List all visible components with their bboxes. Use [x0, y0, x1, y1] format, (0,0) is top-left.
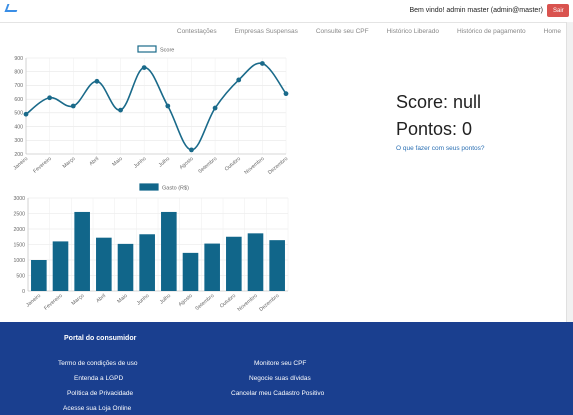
x-tick-label: Agosto	[179, 156, 195, 171]
bar-abril	[96, 237, 112, 291]
x-tick-label: Janeiro	[12, 156, 29, 172]
y-tick-label: 1500	[13, 242, 25, 248]
footer-link-store[interactable]: Acesse sua Loja Online	[63, 405, 131, 412]
point-maio	[118, 107, 123, 113]
main-nav: Contestações Empresas Suspensas Consulte…	[159, 28, 561, 35]
bar-agosto	[182, 252, 199, 291]
score-series-line	[25, 62, 287, 151]
bar-novembro	[247, 233, 264, 291]
x-tick-label: Outubro	[219, 293, 237, 310]
y-tick-label: 3000	[13, 196, 25, 202]
y-tick-label: 800	[14, 70, 23, 76]
legend-swatch	[139, 183, 159, 191]
x-tick-label: Fevereiro	[43, 293, 64, 312]
x-tick-label: Junho	[136, 293, 151, 307]
x-tick-label: Novembro	[237, 293, 259, 313]
bar-julho	[161, 211, 177, 291]
x-tick-label: Abril	[88, 156, 100, 167]
y-tick-label: 900	[14, 56, 23, 62]
x-tick-label: Setembro	[197, 156, 218, 175]
point-janeiro	[23, 111, 29, 117]
nav-item-home[interactable]: Home	[544, 28, 561, 35]
bar-outubro	[226, 236, 242, 291]
point-fevereiro	[47, 95, 53, 101]
x-tick-label: Março	[62, 156, 77, 170]
footer-link-negotiate-debts[interactable]: Negocie suas dívidas	[249, 375, 311, 382]
x-tick-label: Março	[71, 293, 86, 307]
point-novembro	[259, 61, 265, 66]
y-tick-label: 500	[14, 111, 23, 117]
footer-link-privacy[interactable]: Política de Privacidade	[67, 390, 133, 397]
legend-label: Score	[160, 48, 174, 54]
top-bar: Bem vindo! admin master (admin@master) S…	[0, 0, 573, 23]
y-tick-label: 1000	[13, 258, 25, 264]
spending-bar-chart: Gasto (R$) 0 500 1000 1500 2000 2500 3000 Janeir…	[13, 183, 289, 313]
x-tick-label: Agosto	[178, 293, 194, 308]
scrollbar[interactable]	[566, 22, 573, 322]
user-greeting: Bem vindo! admin master (admin@master)	[409, 7, 543, 14]
x-tick-label: Maio	[111, 156, 124, 168]
x-tick-label: Dezembro	[258, 293, 280, 313]
logo-icon	[4, 4, 20, 12]
y-tick-label: 600	[14, 97, 23, 103]
x-tick-label: Julho	[158, 156, 171, 169]
nav-item-empresas-suspensas[interactable]: Empresas Suspensas	[235, 28, 298, 35]
points-value: Pontos: 0	[396, 119, 473, 139]
bar-março	[74, 211, 90, 291]
footer: Portal do consumidor Termo de condições …	[0, 322, 573, 415]
point-setembro	[212, 105, 218, 111]
point-julho	[165, 103, 171, 109]
y-tick-label: 0	[22, 289, 25, 295]
legend-label: Gasto (R$)	[162, 186, 189, 192]
footer-link-cancel-positive[interactable]: Cancelar meu Cadastro Positivo	[231, 390, 324, 397]
y-tick-label: 2000	[13, 227, 25, 233]
footer-link-terms[interactable]: Termo de condições de uso	[58, 360, 138, 367]
nav-item-historico-pagamento[interactable]: Histórico de pagamento	[457, 28, 526, 35]
x-tick-label: Junho	[133, 156, 148, 170]
nav-item-contestacoes[interactable]: Contestações	[177, 28, 217, 35]
point-agosto	[189, 147, 194, 153]
x-tick-label: Abril	[95, 293, 107, 304]
x-tick-label: Maio	[116, 293, 129, 305]
bar-junho	[139, 234, 155, 291]
score-value: Score: null	[396, 92, 482, 112]
x-tick-label: Setembro	[194, 293, 215, 312]
point-outubro	[236, 77, 242, 83]
y-tick-label: 500	[16, 273, 25, 279]
y-tick-label: 2500	[13, 211, 25, 217]
bar-maio	[117, 243, 134, 291]
x-tick-label: Julho	[159, 293, 172, 306]
points-help-link[interactable]: O que fazer com seus pontos?	[396, 145, 485, 152]
x-tick-label: Janeiro	[25, 293, 42, 309]
y-tick-label: 200	[14, 152, 23, 158]
nav-item-consulte-cpf[interactable]: Consulte seu CPF	[316, 28, 369, 35]
legend-swatch	[137, 45, 157, 53]
point-junho	[141, 65, 147, 70]
footer-link-monitor-cpf[interactable]: Monitore seu CPF	[254, 360, 306, 367]
nav-item-historico-liberado[interactable]: Histórico Liberado	[387, 28, 439, 35]
bar-fevereiro	[52, 241, 69, 291]
x-tick-label: Fevereiro	[32, 156, 53, 175]
x-tick-label: Dezembro	[267, 156, 289, 176]
bar-setembro	[204, 243, 220, 291]
score-line-chart: Score 200 300 400 500 600 700 800 900 Janeiro Feve…	[12, 45, 289, 176]
footer-link-lgpd[interactable]: Entenda a LGPD	[74, 375, 123, 382]
x-tick-label: Outubro	[224, 156, 242, 173]
y-tick-label: 700	[14, 83, 23, 89]
x-tick-label: Novembro	[243, 156, 265, 176]
bar-dezembro	[269, 240, 285, 291]
point-março	[70, 103, 76, 109]
bar-janeiro	[31, 260, 47, 291]
point-abril	[94, 78, 100, 84]
y-tick-label: 300	[14, 138, 23, 144]
y-tick-label: 400	[14, 124, 23, 130]
point-dezembro	[283, 91, 289, 97]
logout-button[interactable]: Sair	[547, 4, 569, 17]
footer-title: Portal do consumidor	[64, 335, 137, 342]
